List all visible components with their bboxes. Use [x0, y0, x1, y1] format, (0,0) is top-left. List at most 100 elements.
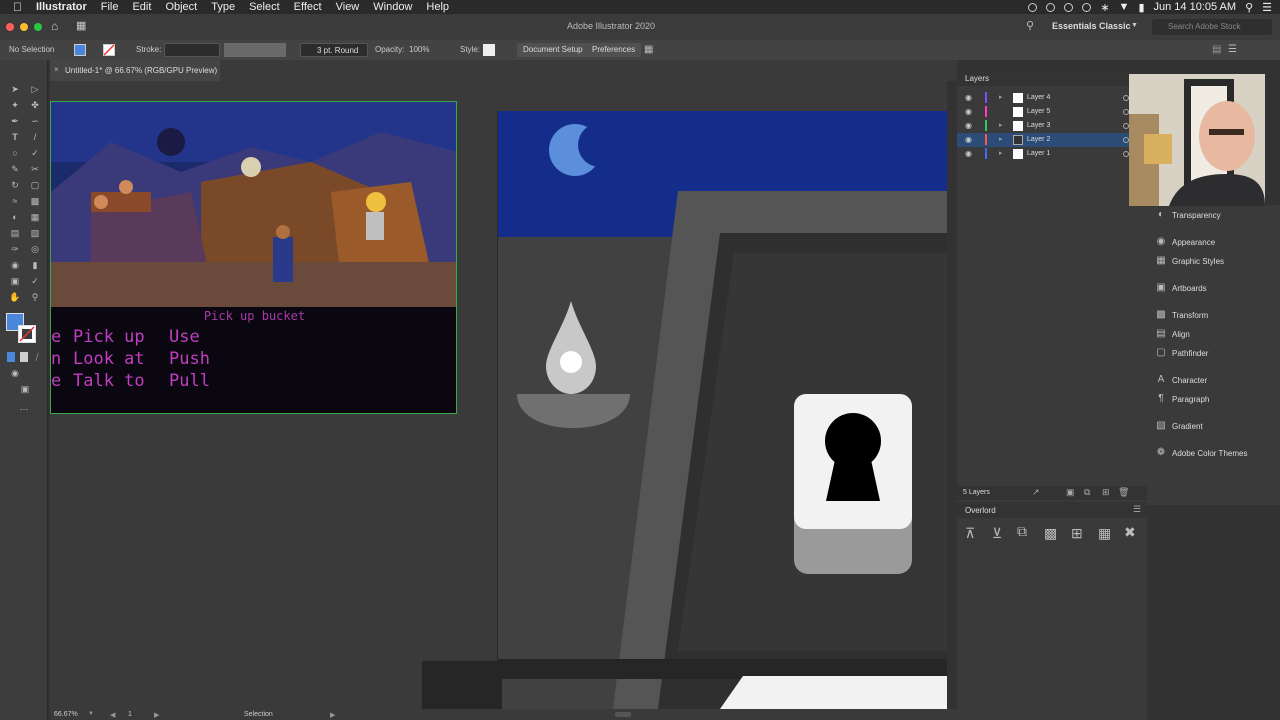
layer-row[interactable]: ◉ ▸ Layer 1: [957, 147, 1147, 161]
link-icon[interactable]: ⧉: [1017, 523, 1027, 540]
brush-definition[interactable]: 3 pt. Round: [300, 43, 368, 57]
placed-game-image[interactable]: Pick up bucket e n e Pick up Look at Tal…: [50, 101, 457, 414]
visibility-eye-icon[interactable]: ◉: [965, 149, 972, 158]
overlord-title[interactable]: Overlord: [965, 506, 996, 515]
new-layer-icon[interactable]: ⊞: [1102, 487, 1110, 498]
workspace-switcher[interactable]: Essentials Classic: [1052, 21, 1131, 31]
pull-from-ae-icon[interactable]: ⊻: [992, 525, 1002, 542]
chevron-down-icon[interactable]: ▼: [88, 711, 94, 717]
artboard[interactable]: [497, 111, 947, 709]
ellipse-tool-icon[interactable]: ○: [9, 148, 21, 158]
color-mode-icon[interactable]: [7, 352, 15, 362]
zoom-level[interactable]: 66.67%: [54, 711, 78, 718]
layer-name[interactable]: Layer 4: [1027, 94, 1050, 101]
graphic-styles-panel-button[interactable]: ▦ Graphic Styles: [1147, 255, 1280, 269]
selection-tool-icon[interactable]: ➤: [9, 84, 21, 94]
hand-tool-icon[interactable]: ✋: [9, 292, 21, 302]
align-panel-button[interactable]: ▤ Align: [1147, 328, 1280, 342]
layer-row-selected[interactable]: ◉ ▸ Layer 2: [957, 133, 1147, 147]
character-panel-button[interactable]: A Character: [1147, 374, 1280, 388]
layer-name[interactable]: Layer 5: [1027, 108, 1050, 115]
menu-effect[interactable]: Effect: [294, 1, 322, 13]
export-icon[interactable]: ↗: [1032, 487, 1040, 498]
status-icon[interactable]: [1082, 2, 1092, 12]
menu-window[interactable]: Window: [373, 1, 412, 13]
style-swatch[interactable]: [483, 44, 495, 56]
panel-options-icon[interactable]: ▤: [1212, 44, 1221, 55]
layer-row[interactable]: ◉ ▸ Layer 3: [957, 119, 1147, 133]
menu-object[interactable]: Object: [165, 1, 197, 13]
gradient-panel-button[interactable]: ▧ Gradient: [1147, 420, 1280, 434]
document-setup-button[interactable]: Document Setup: [517, 43, 589, 57]
draw-mode-icon[interactable]: ◉: [9, 368, 21, 378]
status-icon[interactable]: [1028, 2, 1038, 12]
type-tool-icon[interactable]: T: [9, 132, 21, 142]
bluetooth-icon[interactable]: ∗: [1100, 1, 1109, 14]
layer-name[interactable]: Layer 1: [1027, 150, 1050, 157]
layer-row[interactable]: ◉ Layer 5: [957, 105, 1147, 119]
grid-icon[interactable]: ▦: [1098, 525, 1111, 542]
menu-edit[interactable]: Edit: [132, 1, 151, 13]
menu-select[interactable]: Select: [249, 1, 280, 13]
artboards-panel-button[interactable]: ▣ Artboards: [1147, 282, 1280, 296]
wifi-icon[interactable]: ▼: [1119, 1, 1130, 13]
apple-icon[interactable]: : [13, 0, 25, 14]
push-to-ae-icon[interactable]: ⊼: [965, 525, 975, 542]
opacity-value[interactable]: 100%: [409, 45, 429, 54]
arrange-icon[interactable]: ▦: [644, 44, 653, 55]
control-center-icon[interactable]: ☰: [1262, 1, 1272, 14]
visibility-eye-icon[interactable]: ◉: [965, 135, 972, 144]
rotate-tool-icon[interactable]: ↻: [9, 180, 21, 190]
trash-icon[interactable]: 🗑: [1118, 487, 1129, 498]
transform-icon[interactable]: ▩: [1044, 525, 1057, 542]
layer-name[interactable]: Layer 3: [1027, 122, 1050, 129]
disconnect-icon[interactable]: ✖: [1124, 524, 1136, 541]
new-sublayer-icon[interactable]: ⧉: [1084, 487, 1090, 498]
stroke-color-box[interactable]: [18, 325, 36, 343]
scissors-icon[interactable]: ✂: [29, 164, 41, 174]
scale-tool-icon[interactable]: ▢: [29, 180, 41, 190]
lasso-icon[interactable]: ✤: [29, 100, 41, 110]
symbol-sprayer-icon[interactable]: ◉: [9, 260, 21, 270]
visibility-eye-icon[interactable]: ◉: [965, 121, 972, 130]
color-themes-panel-button[interactable]: ❁ Adobe Color Themes: [1147, 447, 1280, 461]
magic-wand-icon[interactable]: ✦: [9, 100, 21, 110]
menu-view[interactable]: View: [336, 1, 360, 13]
status-arrow-icon[interactable]: ▶: [330, 711, 335, 719]
preferences-button[interactable]: Preferences: [586, 43, 642, 57]
width-tool-icon[interactable]: ≈: [9, 196, 21, 206]
none-mode-icon[interactable]: ⧸: [33, 352, 41, 362]
menu-help[interactable]: Help: [426, 1, 449, 13]
pathfinder-panel-button[interactable]: ▢ Pathfinder: [1147, 347, 1280, 361]
gradient-tool-icon[interactable]: ▧: [29, 228, 41, 238]
status-icon[interactable]: [1064, 2, 1074, 12]
menu-file[interactable]: File: [101, 1, 119, 13]
zoom-tool-icon[interactable]: ⚲: [29, 292, 41, 302]
menu-icon[interactable]: ☰: [1228, 44, 1237, 55]
stroke-swatch[interactable]: [103, 44, 115, 56]
eyedropper-icon[interactable]: ✑: [9, 244, 21, 254]
menu-type[interactable]: Type: [211, 1, 235, 13]
pencil-icon[interactable]: ✎: [9, 164, 21, 174]
stock-search-input[interactable]: Search Adobe Stock: [1152, 19, 1272, 35]
gradient-mode-icon[interactable]: [20, 352, 28, 362]
layer-name[interactable]: Layer 2: [1027, 136, 1050, 143]
paragraph-panel-button[interactable]: ¶ Paragraph: [1147, 393, 1280, 407]
document-tab[interactable]: × Untitled-1* @ 66.67% (RGB/GPU Preview): [50, 60, 220, 81]
line-tool-icon[interactable]: /: [29, 132, 41, 142]
curvature-tool-icon[interactable]: ∽: [29, 116, 41, 126]
chevron-down-icon[interactable]: ▼: [1131, 22, 1138, 29]
transparency-panel-button[interactable]: ◐ Transparency: [1147, 209, 1280, 223]
chevron-right-icon[interactable]: ▸: [999, 93, 1003, 101]
layer-row[interactable]: ◉ ▸ Layer 4: [957, 91, 1147, 105]
artboard-tool-icon[interactable]: ▣: [9, 276, 21, 286]
stroke-weight-field[interactable]: [164, 43, 220, 57]
next-artboard-icon[interactable]: ▶: [154, 711, 159, 719]
battery-icon[interactable]: ▮: [1138, 1, 1144, 14]
variable-width-profile[interactable]: [224, 43, 286, 57]
close-tab-icon[interactable]: ×: [54, 65, 59, 74]
clipping-mask-icon[interactable]: ▣: [1066, 487, 1075, 498]
appearance-panel-button[interactable]: ◉ Appearance: [1147, 236, 1280, 250]
clock[interactable]: Jun 14 10:05 AM: [1154, 1, 1237, 13]
horizontal-scrollbar-thumb[interactable]: [615, 712, 631, 717]
